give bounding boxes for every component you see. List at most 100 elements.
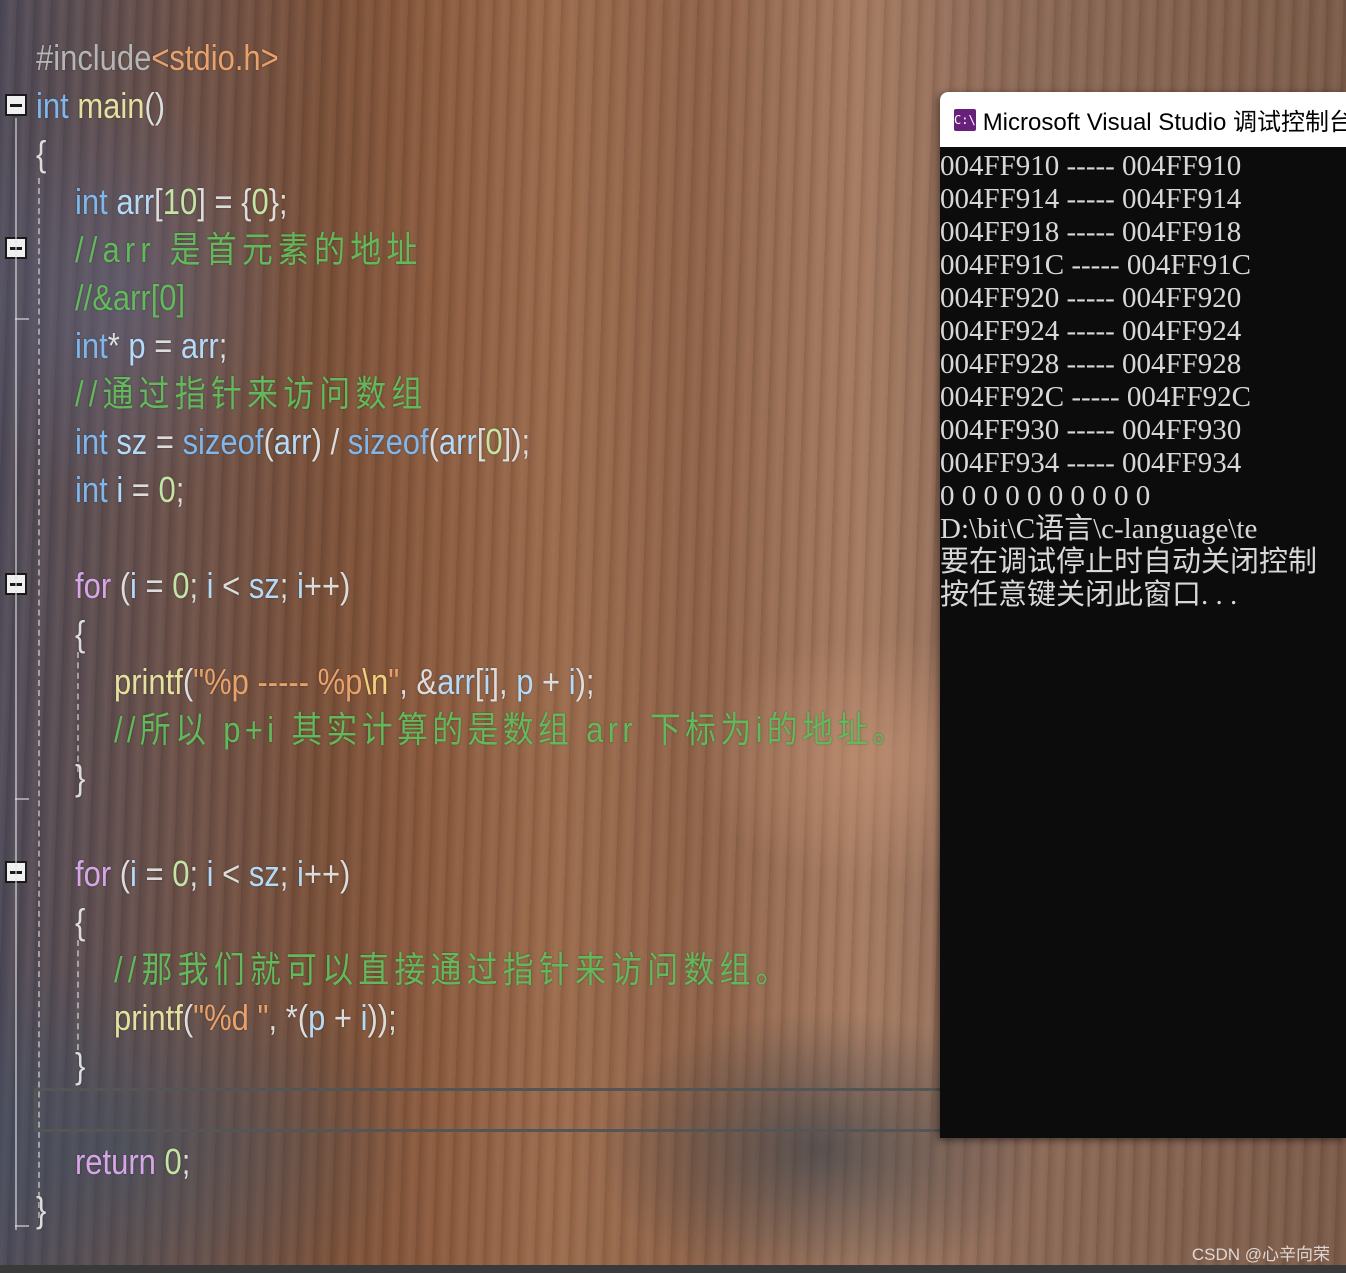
taskbar-edge [0,1265,1346,1273]
console-line: D:\bit\C语言\c-language\te [940,513,1258,545]
code-line-sizeof[interactable]: int sz = sizeof(arr) / sizeof(arr[0]); [75,418,530,466]
code-line-brace[interactable]: { [75,898,85,946]
code-line-brace[interactable]: { [75,610,85,658]
number-literal: 0 [158,469,176,510]
code-line-main[interactable]: int main() [36,82,165,130]
collapse-main-icon[interactable] [5,94,27,116]
punctuation: ; [181,1141,191,1182]
console-line: 004FF918 ----- 004FF918 [940,216,1242,248]
code-line-printf[interactable]: printf("%d ", *(p + i)); [114,994,397,1042]
function-name: main [77,85,145,126]
function-name: printf [114,997,183,1038]
keyword-for: for [75,853,112,894]
punctuation: )); [367,997,397,1038]
debug-console-window[interactable]: C:\ Microsoft Visual Studio 调试控制台 004FF9… [940,92,1346,1138]
code-line-for[interactable]: for (i = 0; i < sz; i++) [75,850,350,898]
console-app-icon: C:\ [954,108,976,131]
punctuation: ++) [303,853,351,894]
code-line-comment[interactable]: //那我们就可以直接通过指针来访问数组。 [114,946,792,994]
punctuation: }; [268,181,288,222]
console-titlebar[interactable]: C:\ Microsoft Visual Studio 调试控制台 [940,92,1346,147]
watermark: CSDN @心辛向荣 [1191,1245,1330,1264]
string-literal: " [388,661,400,702]
code-line-comment[interactable]: //通过指针来访问数组 [75,370,428,418]
code-line-comment[interactable]: //&arr[0] [75,274,185,322]
identifier: i [360,997,368,1038]
punctuation: + [325,997,361,1038]
punctuation: ; [279,853,298,894]
punctuation: ; [189,565,207,606]
number-literal: 10 [162,181,198,222]
code-line-brace[interactable]: } [75,1042,85,1090]
comment: //那我们就可以直接通过指针来访问数组。 [114,949,792,990]
keyword-int: int [75,325,108,366]
punctuation: = [147,421,183,462]
brace: { [36,133,47,174]
brace: { [75,613,86,654]
include-bracket: > [260,37,279,78]
string-literal: "%p ----- %p [193,661,363,702]
escape-sequence: \n [362,661,389,702]
punctuation: ( [111,565,131,606]
punctuation: , *( [268,997,309,1038]
code-line-return[interactable]: return 0; [75,1138,190,1186]
punctuation: = { [205,181,252,222]
comment: //所以 p+i 其实计算的是数组 arr 下标为i的地址。 [114,709,908,750]
code-line-comment[interactable]: //arr 是首元素的地址 [75,226,422,274]
identifier: p [516,661,534,702]
indent-guide [38,178,40,1218]
console-line: 004FF914 ----- 004FF914 [940,183,1242,215]
code-line-brace[interactable]: } [75,754,85,802]
string-literal: "%d " [193,997,269,1038]
number-literal: 0 [172,565,190,606]
punctuation: ) / [311,421,348,462]
outline-bar [15,118,17,1230]
include-bracket: < [151,37,170,78]
console-line: 004FF920 ----- 004FF920 [940,282,1242,314]
punctuation: ], [490,661,517,702]
brace: } [75,1045,86,1086]
current-line-highlight [34,1088,940,1132]
keyword-int: int [75,421,108,462]
number-literal: 0 [164,1141,182,1182]
preprocessor-directive: #include [36,37,152,78]
punctuation: ]); [502,421,531,462]
console-output[interactable]: 004FF910 ----- 004FF910 004FF914 ----- 00… [940,147,1346,612]
code-line-pointer-decl[interactable]: int* p = arr; [75,322,227,370]
console-line: 按任意键关闭此窗口. . . [940,579,1238,611]
code-line-brace[interactable]: } [36,1186,46,1234]
punctuation: ( [263,421,274,462]
code-line-i-decl[interactable]: int i = 0; [75,466,184,514]
console-line: 004FF934 ----- 004FF934 [940,447,1242,479]
keyword-int: int [36,85,69,126]
identifier: arr [116,181,155,222]
identifier: i [116,469,124,510]
punctuation: ; [218,325,228,366]
console-line: 004FF924 ----- 004FF924 [940,315,1242,347]
number-literal: 0 [485,421,503,462]
identifier: sz [248,853,280,894]
code-editor[interactable]: #include<stdio.h> int main() { int arr[1… [0,0,940,1273]
code-line-for[interactable]: for (i = 0; i < sz; i++) [75,562,350,610]
punctuation: ( [111,853,131,894]
console-line: 004FF930 ----- 004FF930 [940,414,1242,446]
code-line-arr-decl[interactable]: int arr[10] = {0}; [75,178,288,226]
identifier: arr [438,421,477,462]
console-line: 要在调试停止时自动关闭控制 [940,546,1318,578]
console-line: 004FF92C ----- 004FF92C [940,381,1251,413]
code-line-printf[interactable]: printf("%p ----- %p\n", &arr[i], p + i); [114,658,595,706]
outline-tick [15,1225,29,1227]
function-name: printf [114,661,183,702]
code-line-comment[interactable]: //所以 p+i 其实计算的是数组 arr 下标为i的地址。 [114,706,908,754]
identifier: p [128,325,146,366]
indent-guide [77,940,79,1050]
number-literal: 0 [172,853,190,894]
punctuation: [ [474,661,484,702]
keyword-for: for [75,565,112,606]
punctuation: ); [575,661,595,702]
punctuation: ++) [303,565,351,606]
code-line-include[interactable]: #include<stdio.h> [36,34,279,82]
punctuation: ; [175,469,185,510]
code-line-brace[interactable]: { [36,130,46,178]
identifier: i [483,661,491,702]
